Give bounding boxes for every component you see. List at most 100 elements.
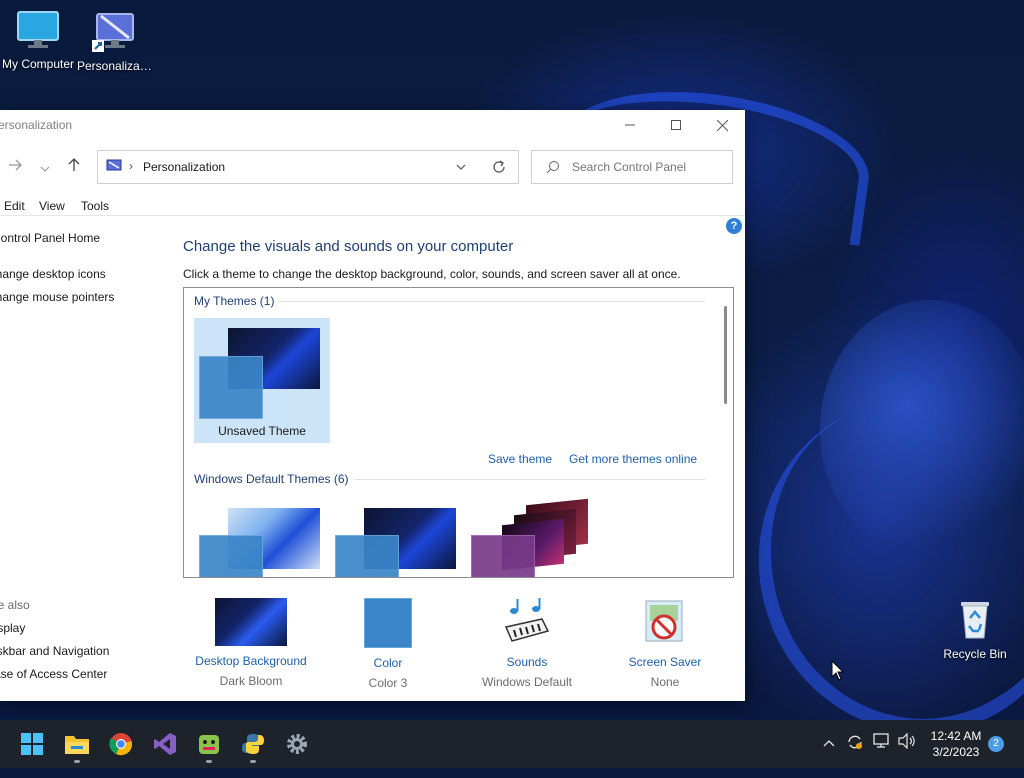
- title-bar[interactable]: Personalization: [0, 110, 745, 140]
- menu-tools[interactable]: Tools: [81, 199, 109, 213]
- search-input[interactable]: [570, 157, 724, 177]
- taskbar-file-explorer[interactable]: [63, 730, 91, 758]
- screen-saver-title: Screen Saver: [628, 655, 702, 669]
- chevron-down-icon: [40, 166, 50, 172]
- show-hidden-icons-button[interactable]: [823, 734, 835, 750]
- themes-list: My Themes (1) Unsaved Theme Save theme G…: [183, 287, 734, 578]
- group-divider: [354, 479, 705, 480]
- desktop-icon-personalization[interactable]: Personalizat...: [77, 8, 153, 73]
- see-also-header: See also: [0, 598, 30, 612]
- clock-date: 3/2/2023: [932, 745, 980, 759]
- personalization-window: Personalization › Personalization: [0, 110, 745, 701]
- maximize-button[interactable]: [653, 110, 699, 140]
- chevron-up-icon: [823, 740, 835, 747]
- sounds-icon: [504, 598, 550, 642]
- game-icon: [199, 735, 219, 754]
- sync-status[interactable]: [846, 733, 864, 754]
- taskbar-python[interactable]: [239, 730, 267, 758]
- breadcrumb-separator: ›: [129, 159, 133, 173]
- recent-locations-button[interactable]: [40, 160, 50, 176]
- my-themes-header: My Themes (1): [194, 294, 275, 308]
- personalization-icon: [92, 13, 134, 52]
- window-title: Personalization: [0, 118, 73, 132]
- taskbar-visual-studio[interactable]: [151, 730, 179, 758]
- refresh-icon[interactable]: [492, 160, 506, 174]
- desktop-icon-label: Personalizat...: [77, 59, 153, 73]
- screen-saver-setting[interactable]: Screen Saver None: [620, 597, 710, 689]
- arrow-up-icon: [68, 158, 80, 171]
- monitor-icon: [17, 11, 59, 48]
- volume-control[interactable]: [898, 732, 916, 752]
- see-also-taskbar[interactable]: Taskbar and Navigation: [0, 644, 109, 658]
- taskbar: 12:42 AM 3/2/2023 2: [0, 720, 1024, 768]
- desktop-background-value: Dark Bloom: [219, 674, 283, 688]
- mouse-cursor-icon: [831, 660, 845, 681]
- theme-default-1[interactable]: [194, 500, 330, 577]
- screen-saver-value: None: [650, 675, 680, 689]
- network-status[interactable]: [873, 733, 891, 752]
- nav-control-panel-home[interactable]: Control Panel Home: [0, 231, 100, 245]
- menu-edit[interactable]: Edit: [4, 199, 25, 213]
- start-button[interactable]: [18, 730, 46, 758]
- chevron-down-icon[interactable]: [456, 163, 466, 171]
- running-indicator: [250, 760, 256, 763]
- sounds-value: Windows Default: [481, 675, 573, 689]
- control-panel-icon: [106, 159, 122, 171]
- recycle-bin-icon: [961, 602, 989, 639]
- see-also-ease-of-access[interactable]: Ease of Access Center: [0, 667, 107, 681]
- theme-default-2[interactable]: [330, 500, 466, 577]
- wallpaper-swirl: [820, 300, 1024, 560]
- menu-view[interactable]: View: [39, 199, 65, 213]
- color-value: Color 3: [368, 676, 408, 690]
- help-button[interactable]: ?: [726, 218, 742, 234]
- speaker-icon: [898, 732, 915, 750]
- settings-icon: [287, 734, 307, 754]
- python-icon: [242, 734, 264, 754]
- sounds-setting[interactable]: Sounds Windows Default: [472, 597, 582, 689]
- address-bar[interactable]: › Personalization: [97, 150, 519, 184]
- arrow-right-icon: [9, 159, 22, 171]
- theme-name: Unsaved Theme: [218, 424, 306, 438]
- running-indicator: [206, 760, 212, 763]
- breadcrumb-personalization[interactable]: Personalization: [143, 160, 225, 174]
- close-icon: [716, 119, 728, 131]
- themes-scrollbar[interactable]: [724, 306, 727, 404]
- theme-color-swatch: [335, 535, 399, 577]
- color-swatch-icon: [364, 598, 412, 648]
- clock[interactable]: 12:42 AM 3/2/2023: [925, 728, 987, 760]
- desktop-icon-my-computer[interactable]: My Computer: [0, 10, 76, 71]
- minimize-icon: [625, 124, 635, 126]
- desktop-icon-recycle-bin[interactable]: Recycle Bin: [942, 596, 1008, 661]
- notification-badge[interactable]: 2: [988, 736, 1004, 752]
- nav-change-desktop-icons[interactable]: Change desktop icons: [0, 267, 106, 281]
- theme-color-swatch: [199, 535, 263, 577]
- page-description: Click a theme to change the desktop back…: [183, 267, 681, 281]
- file-explorer-icon: [65, 736, 89, 754]
- search-icon: [546, 161, 559, 174]
- desktop-background-title: Desktop Background: [195, 654, 307, 668]
- up-button[interactable]: [68, 158, 80, 175]
- nav-change-mouse-pointers[interactable]: Change mouse pointers: [0, 290, 114, 304]
- search-box[interactable]: [531, 150, 733, 184]
- taskbar-game[interactable]: [195, 730, 223, 758]
- save-theme-link[interactable]: Save theme: [488, 452, 552, 466]
- default-themes-header: Windows Default Themes (6): [194, 472, 349, 486]
- sync-icon: [848, 735, 862, 749]
- network-icon: [873, 733, 889, 748]
- see-also-display[interactable]: Display: [0, 621, 25, 635]
- close-button[interactable]: [699, 110, 745, 140]
- color-title: Color: [373, 656, 403, 670]
- taskbar-settings[interactable]: [283, 730, 311, 758]
- menu-divider: [0, 215, 745, 216]
- get-more-themes-link[interactable]: Get more themes online: [569, 452, 697, 466]
- menu-bar: Edit View Tools: [0, 196, 745, 216]
- taskbar-chrome[interactable]: [107, 730, 135, 758]
- desktop-background-setting[interactable]: Desktop Background Dark Bloom: [186, 597, 316, 688]
- theme-default-3[interactable]: [466, 498, 602, 577]
- minimize-button[interactable]: [607, 110, 653, 140]
- theme-unsaved[interactable]: Unsaved Theme: [194, 318, 330, 443]
- color-setting[interactable]: Color Color 3: [338, 597, 438, 690]
- desktop-background-icon: [215, 598, 287, 646]
- address-row: › Personalization: [0, 150, 745, 184]
- forward-button[interactable]: [8, 158, 22, 174]
